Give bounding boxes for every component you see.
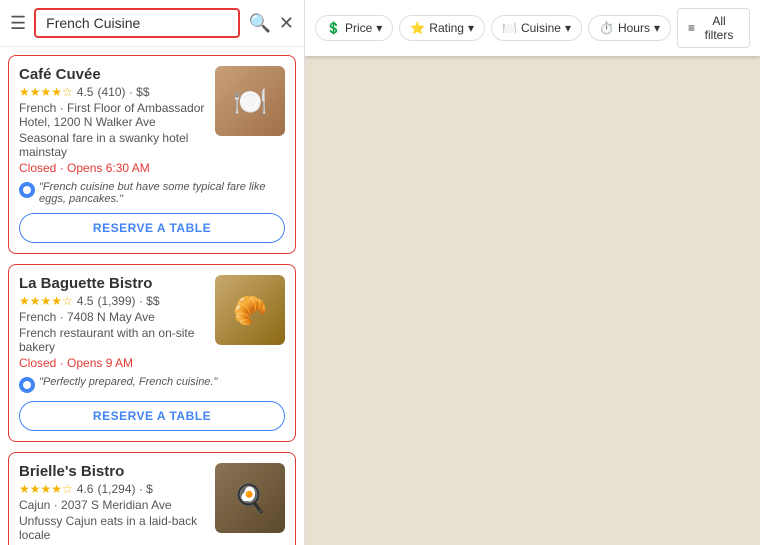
card-image: 🥐 — [215, 275, 285, 345]
card-top: Café Cuvée ★★★★☆ 4.5 (410) · $$ French ·… — [19, 66, 285, 177]
cuisine-filter-icon: 🍽️ — [502, 21, 517, 35]
review-text: "French cuisine but have some typical fa… — [39, 181, 285, 205]
card-image: 🍳 — [215, 463, 285, 533]
card-rating: ★★★★☆ 4.5 (1,399) · $$ — [19, 294, 207, 308]
card-rating: ★★★★☆ 4.5 (410) · $$ — [19, 85, 207, 99]
all-filters-label: All filters — [699, 14, 739, 42]
hamburger-menu-icon[interactable]: ☰ — [10, 13, 26, 34]
card-image-placeholder: 🥐 — [215, 275, 285, 345]
restaurant-name: Café Cuvée — [19, 66, 207, 83]
hours-filter-label: Hours — [618, 21, 650, 35]
card-review: "French cuisine but have some typical fa… — [19, 181, 285, 205]
all-filters-icon: ≡ — [688, 21, 695, 35]
search-icon[interactable]: 🔍 — [248, 13, 270, 34]
hours-chevron-icon: ▾ — [654, 21, 660, 35]
price-filter-label: Price — [345, 21, 372, 35]
card-info: Café Cuvée ★★★★☆ 4.5 (410) · $$ French ·… — [19, 66, 207, 177]
card-desc: Unfussy Cajun eats in a laid-back locale — [19, 514, 207, 542]
avatar-inner — [23, 381, 31, 389]
price-filter-button[interactable]: 💲 Price ▾ — [315, 15, 393, 41]
rating-filter-icon: ⭐ — [410, 21, 425, 35]
card-info: La Baguette Bistro ★★★★☆ 4.5 (1,399) · $… — [19, 275, 207, 372]
rating-filter-label: Rating — [429, 21, 464, 35]
search-input[interactable] — [34, 8, 240, 38]
card-image-placeholder: 🍳 — [215, 463, 285, 533]
reviewer-avatar-icon — [19, 182, 35, 198]
rating-value: 4.6 — [77, 482, 94, 496]
card-review: "Perfectly prepared, French cuisine." — [19, 376, 285, 393]
stars: ★★★★☆ — [19, 85, 73, 99]
rating-chevron-icon: ▾ — [468, 21, 474, 35]
card-rating: ★★★★☆ 4.6 (1,294) · $ — [19, 482, 207, 496]
card-category: French · First Floor of Ambassador Hotel… — [19, 101, 207, 129]
map-panel[interactable]: 💲 Price ▾ ⭐ Rating ▾ 🍽️ Cuisine ▾ ⏱️ Hou… — [305, 0, 760, 545]
hours-filter-icon: ⏱️ — [599, 21, 614, 35]
review-count: (1,399) · $$ — [97, 294, 159, 308]
card-image: 🍽️ — [215, 66, 285, 136]
restaurant-card-brielles-bistro[interactable]: Brielle's Bistro ★★★★☆ 4.6 (1,294) · $ C… — [8, 452, 296, 545]
review-count: (410) · $$ — [97, 85, 149, 99]
cuisine-chevron-icon: ▾ — [565, 21, 571, 35]
restaurant-name: Brielle's Bistro — [19, 463, 207, 480]
card-top: La Baguette Bistro ★★★★☆ 4.5 (1,399) · $… — [19, 275, 285, 372]
cuisine-filter-label: Cuisine — [521, 21, 561, 35]
card-category: Cajun · 2037 S Meridian Ave — [19, 498, 207, 512]
search-bar: ☰ 🔍 ✕ — [0, 0, 304, 47]
stars: ★★★★☆ — [19, 482, 73, 496]
card-desc: Seasonal fare in a swanky hotel mainstay — [19, 131, 207, 159]
all-filters-button[interactable]: ≡ All filters — [677, 8, 750, 48]
restaurant-card-cafe-cuvee[interactable]: Café Cuvée ★★★★☆ 4.5 (410) · $$ French ·… — [8, 55, 296, 254]
card-category: French · 7408 N May Ave — [19, 310, 207, 324]
results-list: Café Cuvée ★★★★☆ 4.5 (410) · $$ French ·… — [0, 47, 304, 545]
stars: ★★★★☆ — [19, 294, 73, 308]
cuisine-filter-button[interactable]: 🍽️ Cuisine ▾ — [491, 15, 582, 41]
rating-value: 4.5 — [77, 85, 94, 99]
rating-value: 4.5 — [77, 294, 94, 308]
restaurant-name: La Baguette Bistro — [19, 275, 207, 292]
review-text: "Perfectly prepared, French cuisine." — [39, 376, 217, 388]
card-status: Closed · Opens 6:30 AM — [19, 161, 207, 175]
price-chevron-icon: ▾ — [376, 21, 382, 35]
filter-bar: 💲 Price ▾ ⭐ Rating ▾ 🍽️ Cuisine ▾ ⏱️ Hou… — [305, 0, 760, 56]
card-top: Brielle's Bistro ★★★★☆ 4.6 (1,294) · $ C… — [19, 463, 285, 545]
close-icon[interactable]: ✕ — [279, 13, 294, 34]
hours-filter-button[interactable]: ⏱️ Hours ▾ — [588, 15, 671, 41]
reserve-table-button-cafe-cuvee[interactable]: RESERVE A TABLE — [19, 213, 285, 243]
rating-filter-button[interactable]: ⭐ Rating ▾ — [399, 15, 485, 41]
restaurant-card-la-baguette[interactable]: La Baguette Bistro ★★★★☆ 4.5 (1,399) · $… — [8, 264, 296, 442]
card-image-placeholder: 🍽️ — [215, 66, 285, 136]
left-panel: ☰ 🔍 ✕ Café Cuvée ★★★★☆ 4.5 (410) · $$ Fr… — [0, 0, 305, 545]
review-count: (1,294) · $ — [97, 482, 152, 496]
price-filter-icon: 💲 — [326, 21, 341, 35]
card-status: Closed · Opens 9 AM — [19, 356, 207, 370]
reserve-table-button-la-baguette[interactable]: RESERVE A TABLE — [19, 401, 285, 431]
card-desc: French restaurant with an on-site bakery — [19, 326, 207, 354]
avatar-inner — [23, 186, 31, 194]
reviewer-avatar-icon — [19, 377, 35, 393]
card-info: Brielle's Bistro ★★★★☆ 4.6 (1,294) · $ C… — [19, 463, 207, 545]
